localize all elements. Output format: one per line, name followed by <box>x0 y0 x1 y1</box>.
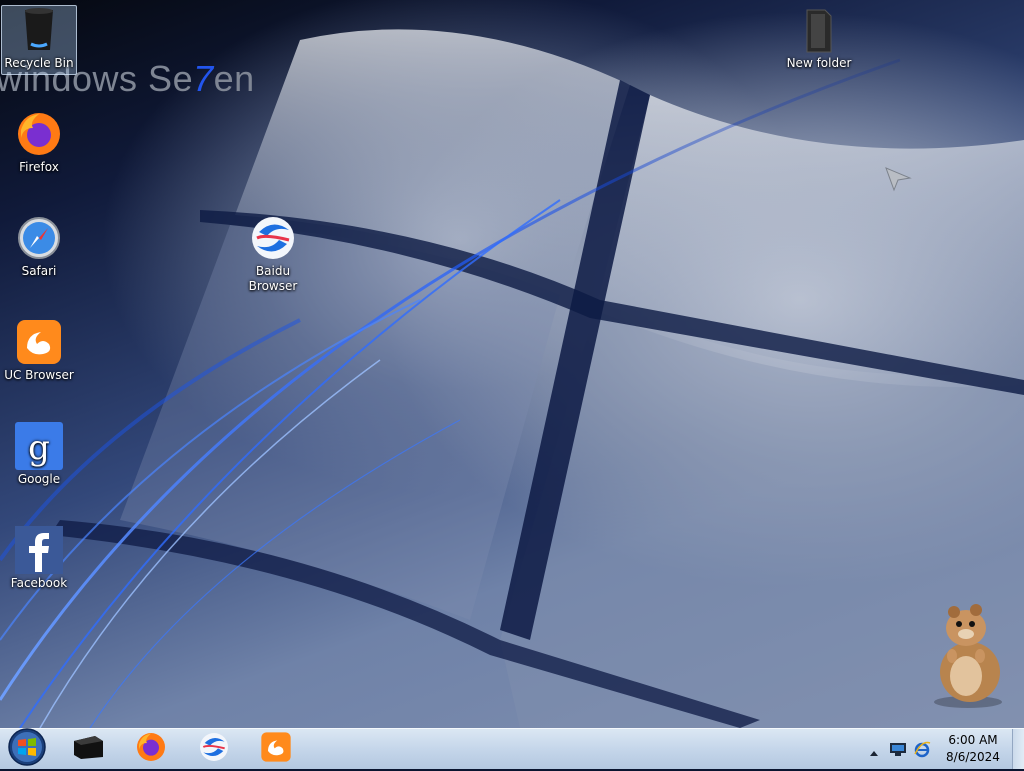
ie-tray-button[interactable] <box>913 740 931 762</box>
desktop-icon-google[interactable]: g Google <box>2 422 76 487</box>
desktop-icon-label: Firefox <box>19 160 59 174</box>
baidu-browser-icon <box>198 731 230 767</box>
up-arrow-icon <box>868 743 880 762</box>
taskbar-clock[interactable]: 6:00 AM 8/6/2024 <box>938 732 1008 766</box>
uc-browser-icon <box>260 731 292 767</box>
desktop-icon-label: Facebook <box>10 576 68 590</box>
facebook-f-icon <box>15 526 63 574</box>
firefox-icon <box>15 110 63 158</box>
taskbar: 6:00 AM 8/6/2024 <box>0 728 1024 769</box>
mouse-cursor-icon <box>884 166 912 196</box>
google-g-icon: g <box>15 422 63 470</box>
network-tray-button[interactable] <box>889 741 907 761</box>
explorer-icon <box>71 733 105 765</box>
safari-compass-icon <box>15 214 63 262</box>
folder-icon <box>795 6 843 54</box>
desktop-icon-label-line2: Browser <box>248 279 298 293</box>
desktop-icon-firefox[interactable]: Firefox <box>2 110 76 175</box>
desktop-icon-new-folder[interactable]: New folder <box>782 6 856 71</box>
network-monitor-icon <box>889 742 907 761</box>
clock-date: 8/6/2024 <box>946 750 1000 764</box>
firefox-icon <box>135 731 167 767</box>
desktop-icon-safari[interactable]: Safari <box>2 214 76 279</box>
desktop-icon-baidu-browser[interactable]: Baidu Browser <box>236 214 310 294</box>
desktop-icon-label: New folder <box>786 56 852 70</box>
wallpaper-art <box>0 29 1024 728</box>
hamster-gadget-icon[interactable] <box>926 602 1008 708</box>
show-hidden-icons-button[interactable] <box>868 743 882 757</box>
desktop-wallpaper: windows Se7en <box>0 0 1024 728</box>
taskbar-explorer-button[interactable] <box>64 731 112 767</box>
start-button[interactable] <box>2 728 52 767</box>
desktop-icon-label: Google <box>17 472 61 486</box>
baidu-browser-icon <box>249 214 297 262</box>
taskbar-baidu-button[interactable] <box>190 731 238 767</box>
desktop-icon-label: Safari <box>21 264 57 278</box>
start-orb-icon <box>7 727 47 771</box>
trash-bin-icon <box>15 6 63 54</box>
desktop-icon-label-line1: Baidu <box>255 264 291 278</box>
svg-text:g: g <box>28 428 50 468</box>
clock-time: 6:00 AM <box>948 733 998 747</box>
taskbar-uc-browser-button[interactable] <box>252 731 300 767</box>
desktop-icon-label: UC Browser <box>4 368 74 382</box>
desktop-icon-label: Recycle Bin <box>4 56 74 70</box>
show-desktop-button[interactable] <box>1012 729 1024 769</box>
taskbar-firefox-button[interactable] <box>127 731 175 767</box>
desktop-icon-recycle-bin[interactable]: Recycle Bin <box>1 5 77 75</box>
desktop-icon-facebook[interactable]: Facebook <box>2 526 76 591</box>
ie-icon <box>913 741 931 762</box>
desktop-icon-uc-browser[interactable]: UC Browser <box>2 318 76 383</box>
uc-browser-icon <box>15 318 63 366</box>
